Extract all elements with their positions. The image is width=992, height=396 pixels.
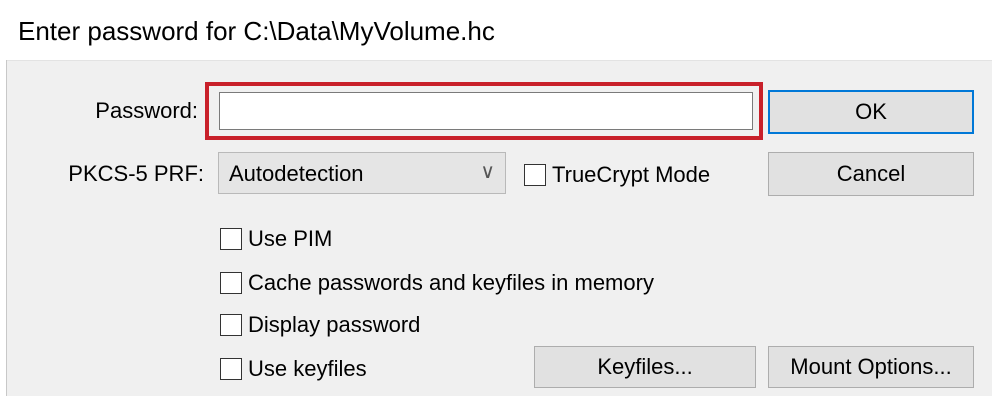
use-pim-label: Use PIM [248, 226, 333, 251]
cache-checkbox[interactable] [220, 272, 242, 294]
truecrypt-mode-option[interactable]: TrueCrypt Mode [524, 162, 710, 188]
ok-button[interactable]: OK [768, 90, 974, 134]
display-password-label: Display password [248, 312, 421, 337]
truecrypt-mode-label: TrueCrypt Mode [552, 162, 711, 187]
password-dialog: Enter password for C:\Data\MyVolume.hc P… [0, 0, 992, 396]
prf-select[interactable]: Autodetection ∨ [218, 152, 506, 194]
use-pim-option[interactable]: Use PIM [220, 226, 332, 252]
prf-label: PKCS-5 PRF: [68, 161, 204, 186]
password-label: Password: [95, 98, 198, 123]
mount-options-button[interactable]: Mount Options... [768, 346, 974, 388]
chevron-down-icon: ∨ [480, 161, 495, 183]
keyfiles-button[interactable]: Keyfiles... [534, 346, 756, 388]
use-keyfiles-label: Use keyfiles [248, 356, 367, 381]
use-keyfiles-option[interactable]: Use keyfiles [220, 356, 367, 382]
cache-option[interactable]: Cache passwords and keyfiles in memory [220, 270, 654, 296]
password-input[interactable] [219, 92, 753, 130]
window-edge [0, 60, 7, 396]
cache-label: Cache passwords and keyfiles in memory [248, 270, 654, 295]
use-keyfiles-checkbox[interactable] [220, 358, 242, 380]
display-password-option[interactable]: Display password [220, 312, 420, 338]
dialog-title: Enter password for C:\Data\MyVolume.hc [18, 16, 495, 46]
cancel-button[interactable]: Cancel [768, 152, 974, 196]
title-bar: Enter password for C:\Data\MyVolume.hc [0, 0, 992, 61]
prf-selected-value: Autodetection [229, 161, 364, 186]
use-pim-checkbox[interactable] [220, 228, 242, 250]
truecrypt-mode-checkbox[interactable] [524, 164, 546, 186]
display-password-checkbox[interactable] [220, 314, 242, 336]
